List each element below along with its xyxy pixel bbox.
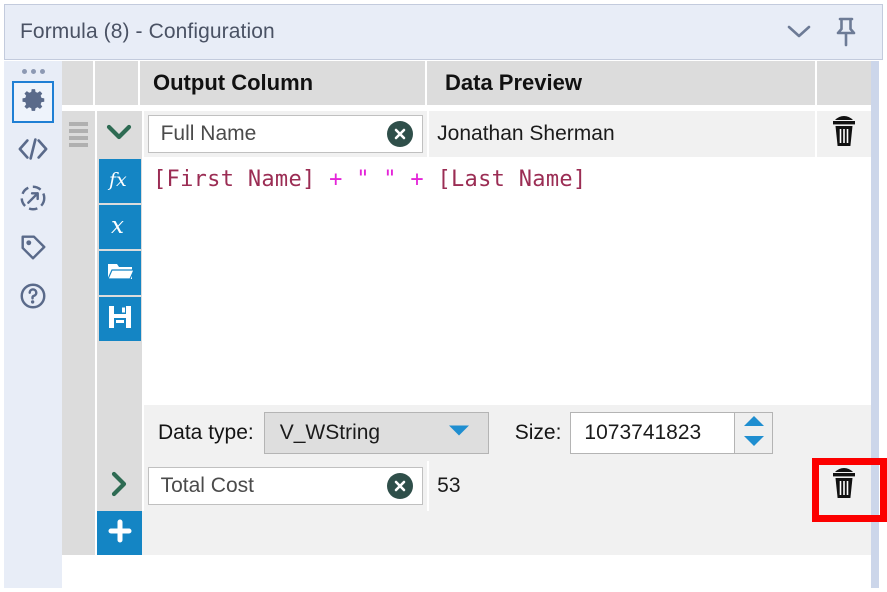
svg-text:fx: fx bbox=[107, 169, 127, 191]
header-output-column: Output Column bbox=[140, 61, 427, 105]
code-icon bbox=[17, 136, 49, 167]
data-type-bar: Data type: V_WString Size: 1073741823 bbox=[144, 405, 871, 461]
header-delete-column bbox=[817, 61, 871, 105]
sidebar-item-xml-view[interactable] bbox=[12, 130, 54, 172]
open-expression-button[interactable] bbox=[98, 251, 141, 295]
help-icon bbox=[18, 281, 48, 316]
add-row-gutter bbox=[62, 511, 97, 555]
editor-gutter bbox=[62, 157, 97, 461]
x-var-icon: x bbox=[106, 211, 134, 244]
size-value: 1073741823 bbox=[584, 421, 702, 444]
output-column-name-value: Total Cost bbox=[160, 474, 254, 497]
size-label: Size: bbox=[514, 421, 562, 444]
spinner-down-icon[interactable] bbox=[743, 434, 765, 452]
gear-icon bbox=[18, 85, 48, 120]
folder-icon bbox=[106, 259, 135, 288]
data-type-value: V_WString bbox=[279, 421, 381, 444]
tag-icon bbox=[18, 232, 48, 267]
clear-circle-icon[interactable] bbox=[386, 473, 413, 499]
trash-icon bbox=[829, 467, 859, 506]
data-type-select[interactable]: V_WString bbox=[263, 412, 489, 454]
clear-circle-icon[interactable] bbox=[386, 121, 413, 147]
grid-header-row: Output Column Data Preview bbox=[62, 61, 871, 111]
save-icon bbox=[107, 304, 133, 335]
row-drag-handle[interactable] bbox=[62, 111, 97, 157]
output-column-cell: Full Name bbox=[143, 111, 430, 157]
chevron-right-icon bbox=[110, 471, 128, 502]
fx-icon: fx bbox=[106, 165, 134, 198]
pin-icon[interactable] bbox=[832, 16, 860, 48]
plus-icon bbox=[107, 518, 133, 549]
size-stepper[interactable] bbox=[735, 412, 774, 454]
output-column-cell: Total Cost bbox=[143, 461, 430, 511]
editor-toolbar: fx x bbox=[97, 157, 144, 461]
trash-icon bbox=[829, 115, 859, 154]
drag-handle-icon bbox=[68, 121, 88, 147]
functions-button[interactable]: fx bbox=[98, 159, 141, 203]
row-expand-toggle[interactable] bbox=[96, 461, 144, 511]
header-drag-column bbox=[62, 61, 95, 105]
formula-token-field-first: [First Name] bbox=[153, 167, 316, 192]
formula-token-string: " " bbox=[356, 167, 397, 192]
table-row: Full Name Jonathan Sherman bbox=[62, 111, 871, 157]
ellipsis-icon[interactable] bbox=[21, 69, 45, 74]
window-title: Formula (8) - Configuration bbox=[20, 20, 275, 43]
delete-row-button[interactable] bbox=[817, 461, 871, 511]
vertical-scrollbar[interactable] bbox=[871, 61, 879, 588]
left-icon-rail bbox=[4, 61, 62, 588]
window-titlebar: Formula (8) - Configuration bbox=[4, 4, 883, 60]
sidebar-item-run-output[interactable] bbox=[12, 179, 54, 221]
titlebar-actions bbox=[786, 16, 860, 48]
formula-token-operator-1: + bbox=[315, 167, 357, 192]
sidebar-item-annotation[interactable] bbox=[12, 228, 54, 270]
data-type-label: Data type: bbox=[158, 421, 254, 444]
chevron-down-icon bbox=[448, 424, 470, 443]
size-input[interactable]: 1073741823 bbox=[570, 412, 736, 454]
add-row-bar bbox=[62, 511, 871, 555]
save-expression-button[interactable] bbox=[98, 297, 141, 341]
refresh-icon bbox=[18, 183, 48, 218]
chevron-down-icon bbox=[106, 123, 132, 146]
data-preview-cell: 53 bbox=[429, 461, 818, 511]
output-column-name-value: Full Name bbox=[160, 122, 257, 145]
formula-token-field-last: [Last Name] bbox=[437, 167, 587, 192]
output-columns-panel: Output Column Data Preview Full Name Jon… bbox=[62, 61, 879, 588]
formula-token-operator-2: + bbox=[396, 167, 438, 192]
spinner-up-icon[interactable] bbox=[743, 414, 765, 432]
header-data-preview: Data Preview bbox=[427, 61, 817, 105]
data-preview-cell: Jonathan Sherman bbox=[429, 111, 818, 157]
sidebar-item-help[interactable] bbox=[12, 277, 54, 319]
delete-row-button[interactable] bbox=[817, 111, 871, 157]
svg-text:x: x bbox=[111, 213, 124, 239]
formula-input-area[interactable]: [First Name] + " " + [Last Name] Data ty… bbox=[144, 157, 871, 461]
chevron-down-icon[interactable] bbox=[786, 24, 812, 40]
table-row: Total Cost 53 bbox=[62, 461, 871, 511]
header-expand-column bbox=[95, 61, 140, 105]
add-output-column-button[interactable] bbox=[97, 511, 142, 555]
formula-editor-area: fx x [First Name] + " " + [Last Name] Da… bbox=[62, 157, 871, 461]
formula-configuration-window: Formula (8) - Configuration Output Colum… bbox=[0, 0, 887, 592]
variables-button[interactable]: x bbox=[98, 205, 141, 249]
sidebar-item-configuration[interactable] bbox=[12, 81, 54, 123]
output-column-name-input[interactable]: Full Name bbox=[147, 115, 423, 153]
row-expand-toggle[interactable] bbox=[96, 111, 144, 157]
formula-expression: [First Name] + " " + [Last Name] bbox=[153, 167, 586, 192]
output-column-name-input[interactable]: Total Cost bbox=[147, 467, 423, 505]
row-drag-handle[interactable] bbox=[62, 461, 97, 511]
